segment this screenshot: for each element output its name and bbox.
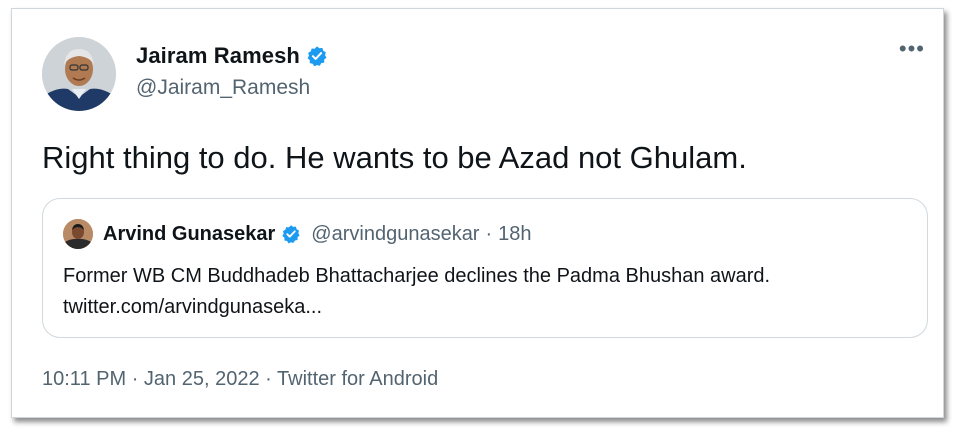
- tweet-source[interactable]: Twitter for Android: [277, 368, 438, 390]
- tweet-date[interactable]: Jan 25, 2022: [144, 368, 260, 390]
- author-avatar[interactable]: [42, 37, 116, 111]
- quoted-tweet-header: Arvind Gunasekar @arvindgunasekar · 18h: [63, 219, 532, 249]
- meta-separator: ·: [265, 368, 272, 390]
- author-handle[interactable]: @Jairam_Ramesh: [136, 76, 310, 100]
- tweet-metadata: 10:11 PM · Jan 25, 2022 · Twitter for An…: [42, 368, 438, 391]
- quoted-tweet-text: Former WB CM Buddhadeb Bhattacharjee dec…: [63, 261, 770, 323]
- verified-badge-icon: [281, 224, 301, 244]
- author-name[interactable]: Jairam Ramesh: [136, 43, 300, 69]
- quoted-text-line: Former WB CM Buddhadeb Bhattacharjee dec…: [63, 265, 771, 287]
- quoted-link[interactable]: twitter.com/arvindgunaseka...: [63, 292, 770, 323]
- tweet-card: Jairam Ramesh @Jairam_Ramesh ••• Right t…: [11, 8, 944, 418]
- quoted-tweet[interactable]: Arvind Gunasekar @arvindgunasekar · 18h …: [42, 198, 928, 338]
- more-options-icon[interactable]: •••: [899, 38, 925, 60]
- tweet-text: Right thing to do. He wants to be Azad n…: [42, 140, 747, 175]
- author-name-row: Jairam Ramesh: [136, 43, 328, 69]
- quoted-author-name: Arvind Gunasekar: [103, 222, 276, 245]
- quoted-time-ago: 18h: [498, 222, 532, 245]
- tweet-timestamp[interactable]: 10:11 PM: [42, 368, 126, 390]
- quoted-author-avatar[interactable]: [63, 219, 93, 249]
- verified-badge-icon: [306, 45, 328, 67]
- quoted-author-handle: @arvindgunasekar: [311, 222, 480, 245]
- meta-separator: ·: [131, 368, 139, 390]
- quoted-separator: ·: [485, 222, 493, 245]
